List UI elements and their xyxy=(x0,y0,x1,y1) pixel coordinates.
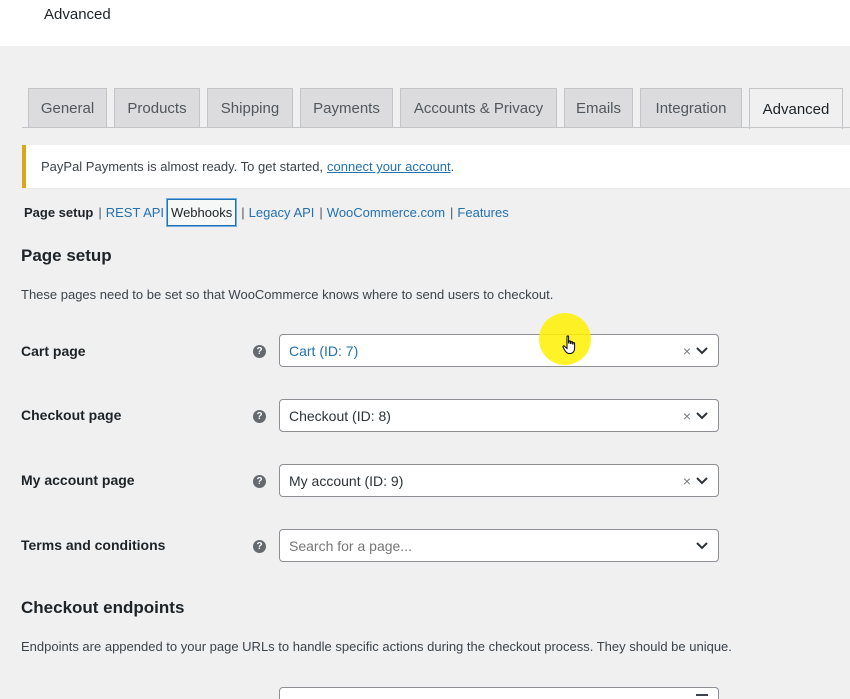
checkout-endpoints-description: Endpoints are appended to your page URLs… xyxy=(21,639,732,654)
paypal-notice: PayPal Payments is almost ready. To get … xyxy=(22,145,850,188)
top-header: Advanced xyxy=(0,0,850,46)
subnav-legacy-api[interactable]: Legacy API xyxy=(249,205,315,220)
tab-accounts-privacy[interactable]: Accounts & Privacy xyxy=(400,88,557,128)
tab-payments[interactable]: Payments xyxy=(300,88,393,128)
help-icon[interactable]: ? xyxy=(253,345,266,358)
terms-conditions-select[interactable]: Search for a page... xyxy=(279,529,719,562)
help-icon[interactable]: ? xyxy=(253,475,266,488)
tab-shipping[interactable]: Shipping xyxy=(207,88,293,128)
tab-integration[interactable]: Integration xyxy=(640,88,742,128)
cart-page-select[interactable]: Cart (ID: 7) × xyxy=(279,334,719,367)
subnav-features[interactable]: Features xyxy=(457,205,508,220)
tab-advanced[interactable]: Advanced xyxy=(749,88,843,129)
tab-emails[interactable]: Emails xyxy=(564,88,633,128)
chevron-down-icon xyxy=(696,347,708,355)
help-icon[interactable]: ? xyxy=(253,540,266,553)
checkout-page-value: Checkout (ID: 8) xyxy=(289,407,391,424)
terms-conditions-label: Terms and conditions xyxy=(21,537,166,553)
tabs-divider xyxy=(22,127,850,128)
checkout-page-label: Checkout page xyxy=(21,407,122,423)
section-subnav: Page setup | REST API Webhooks | Legacy … xyxy=(24,198,509,226)
tab-general[interactable]: General xyxy=(28,88,107,128)
subnav-rest-api[interactable]: REST API xyxy=(106,205,164,220)
checkout-page-select[interactable]: Checkout (ID: 8) × xyxy=(279,399,719,432)
connect-account-link[interactable]: connect your account xyxy=(327,159,451,174)
field-edge-icon xyxy=(696,694,708,696)
clear-icon[interactable]: × xyxy=(683,408,691,424)
my-account-page-select[interactable]: My account (ID: 9) × xyxy=(279,464,719,497)
clear-icon[interactable]: × xyxy=(683,343,691,359)
hand-pointer-icon xyxy=(562,335,576,354)
page-setup-description: These pages need to be set so that WooCo… xyxy=(21,287,554,302)
cart-page-label: Cart page xyxy=(21,343,86,359)
help-icon[interactable]: ? xyxy=(253,410,266,423)
terms-conditions-placeholder: Search for a page... xyxy=(289,537,412,554)
tab-products[interactable]: Products xyxy=(114,88,200,128)
my-account-page-label: My account page xyxy=(21,472,135,488)
subnav-webhooks[interactable]: Webhooks xyxy=(167,198,237,226)
subnav-woocommerce-com[interactable]: WooCommerce.com xyxy=(327,205,445,220)
notice-suffix: . xyxy=(450,159,455,174)
clear-icon[interactable]: × xyxy=(683,473,691,489)
chevron-down-icon xyxy=(696,542,708,550)
checkout-endpoints-heading: Checkout endpoints xyxy=(21,598,185,617)
chevron-down-icon xyxy=(696,477,708,485)
chevron-down-icon xyxy=(696,412,708,420)
page-setup-heading: Page setup xyxy=(21,246,112,265)
cart-page-value: Cart (ID: 7) xyxy=(289,342,359,359)
subnav-page-setup: Page setup xyxy=(24,204,94,220)
my-account-page-value: My account (ID: 9) xyxy=(289,472,404,489)
page-title: Advanced xyxy=(44,6,111,23)
notice-text: PayPal Payments is almost ready. To get … xyxy=(41,159,324,174)
endpoint-input-partial[interactable] xyxy=(279,687,719,699)
